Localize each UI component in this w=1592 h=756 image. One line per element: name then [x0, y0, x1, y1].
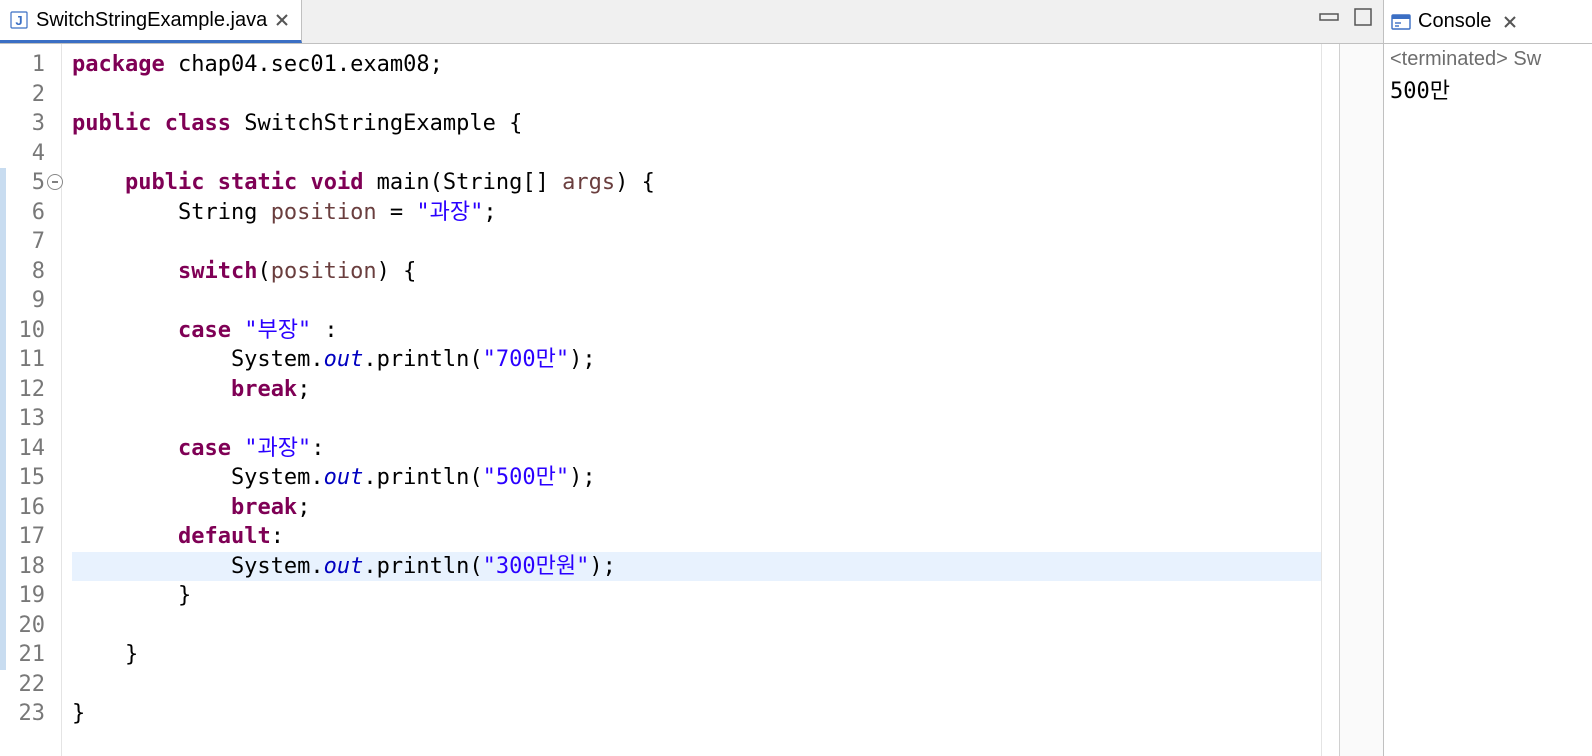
line-number: 14: [0, 434, 61, 464]
svg-text:J: J: [15, 13, 22, 28]
code-line[interactable]: System.out.println("700만");: [72, 345, 1321, 375]
line-number: 18: [0, 552, 61, 582]
line-number: 16: [0, 493, 61, 523]
code-line[interactable]: package chap04.sec01.exam08;: [72, 50, 1321, 80]
line-number: 5: [0, 168, 61, 198]
code-line[interactable]: [72, 80, 1321, 110]
code-area: 1234567891011121314151617181920212223 pa…: [0, 44, 1383, 756]
code-line[interactable]: case "과장":: [72, 434, 1321, 464]
line-number: 3: [0, 109, 61, 139]
minimize-icon[interactable]: [1317, 8, 1341, 26]
line-number-gutter: 1234567891011121314151617181920212223: [0, 44, 62, 756]
line-number: 8: [0, 257, 61, 287]
close-icon[interactable]: [1501, 13, 1519, 31]
code-line[interactable]: [72, 286, 1321, 316]
line-number: 9: [0, 286, 61, 316]
line-number: 22: [0, 670, 61, 700]
tab-filename: SwitchStringExample.java: [36, 9, 267, 32]
line-number: 19: [0, 581, 61, 611]
code-line[interactable]: System.out.println("300만원");: [72, 552, 1321, 582]
java-file-icon: J: [8, 9, 30, 31]
editor-panel: J SwitchStringExample.java: [0, 0, 1384, 756]
line-number: 23: [0, 699, 61, 729]
line-number: 17: [0, 522, 61, 552]
console-tab-bar: Console: [1384, 0, 1592, 44]
line-number: 7: [0, 227, 61, 257]
code-line[interactable]: [72, 404, 1321, 434]
code-line[interactable]: default:: [72, 522, 1321, 552]
code-line[interactable]: System.out.println("500만");: [72, 463, 1321, 493]
line-number: 6: [0, 198, 61, 228]
maximize-icon[interactable]: [1351, 8, 1375, 26]
code-line[interactable]: case "부장" :: [72, 316, 1321, 346]
code-line[interactable]: }: [72, 699, 1321, 729]
line-number: 20: [0, 611, 61, 641]
editor-tab-bar: J SwitchStringExample.java: [0, 0, 1383, 44]
editor-toolbar-icons: [1317, 8, 1375, 26]
console-title: Console: [1418, 10, 1491, 33]
vertical-scrollbar[interactable]: [1339, 44, 1383, 756]
code-line[interactable]: [72, 139, 1321, 169]
console-panel: Console <terminated> Sw 500만: [1384, 0, 1592, 756]
line-number: 10: [0, 316, 61, 346]
close-icon[interactable]: [273, 11, 291, 29]
code-line[interactable]: }: [72, 581, 1321, 611]
console-body: <terminated> Sw 500만: [1384, 44, 1592, 109]
code-line[interactable]: String position = "과장";: [72, 198, 1321, 228]
line-number: 1: [0, 50, 61, 80]
code-line[interactable]: [72, 611, 1321, 641]
code-line[interactable]: break;: [72, 375, 1321, 405]
code-line[interactable]: [72, 670, 1321, 700]
code-line[interactable]: [72, 227, 1321, 257]
console-icon: [1390, 11, 1412, 33]
overview-ruler[interactable]: [1321, 44, 1339, 756]
line-number: 11: [0, 345, 61, 375]
code-content[interactable]: package chap04.sec01.exam08; public clas…: [62, 44, 1321, 756]
editor-tab[interactable]: J SwitchStringExample.java: [0, 0, 302, 43]
line-number: 2: [0, 80, 61, 110]
code-line[interactable]: break;: [72, 493, 1321, 523]
console-output: 500만: [1390, 71, 1586, 105]
line-number: 4: [0, 139, 61, 169]
console-tab[interactable]: Console: [1390, 10, 1519, 33]
code-line[interactable]: }: [72, 640, 1321, 670]
line-number: 12: [0, 375, 61, 405]
line-number: 13: [0, 404, 61, 434]
console-status: <terminated> Sw: [1390, 48, 1586, 71]
code-line[interactable]: public class SwitchStringExample {: [72, 109, 1321, 139]
line-number: 15: [0, 463, 61, 493]
fold-toggle-icon[interactable]: [47, 174, 63, 190]
line-number: 21: [0, 640, 61, 670]
code-line[interactable]: public static void main(String[] args) {: [72, 168, 1321, 198]
code-line[interactable]: switch(position) {: [72, 257, 1321, 287]
